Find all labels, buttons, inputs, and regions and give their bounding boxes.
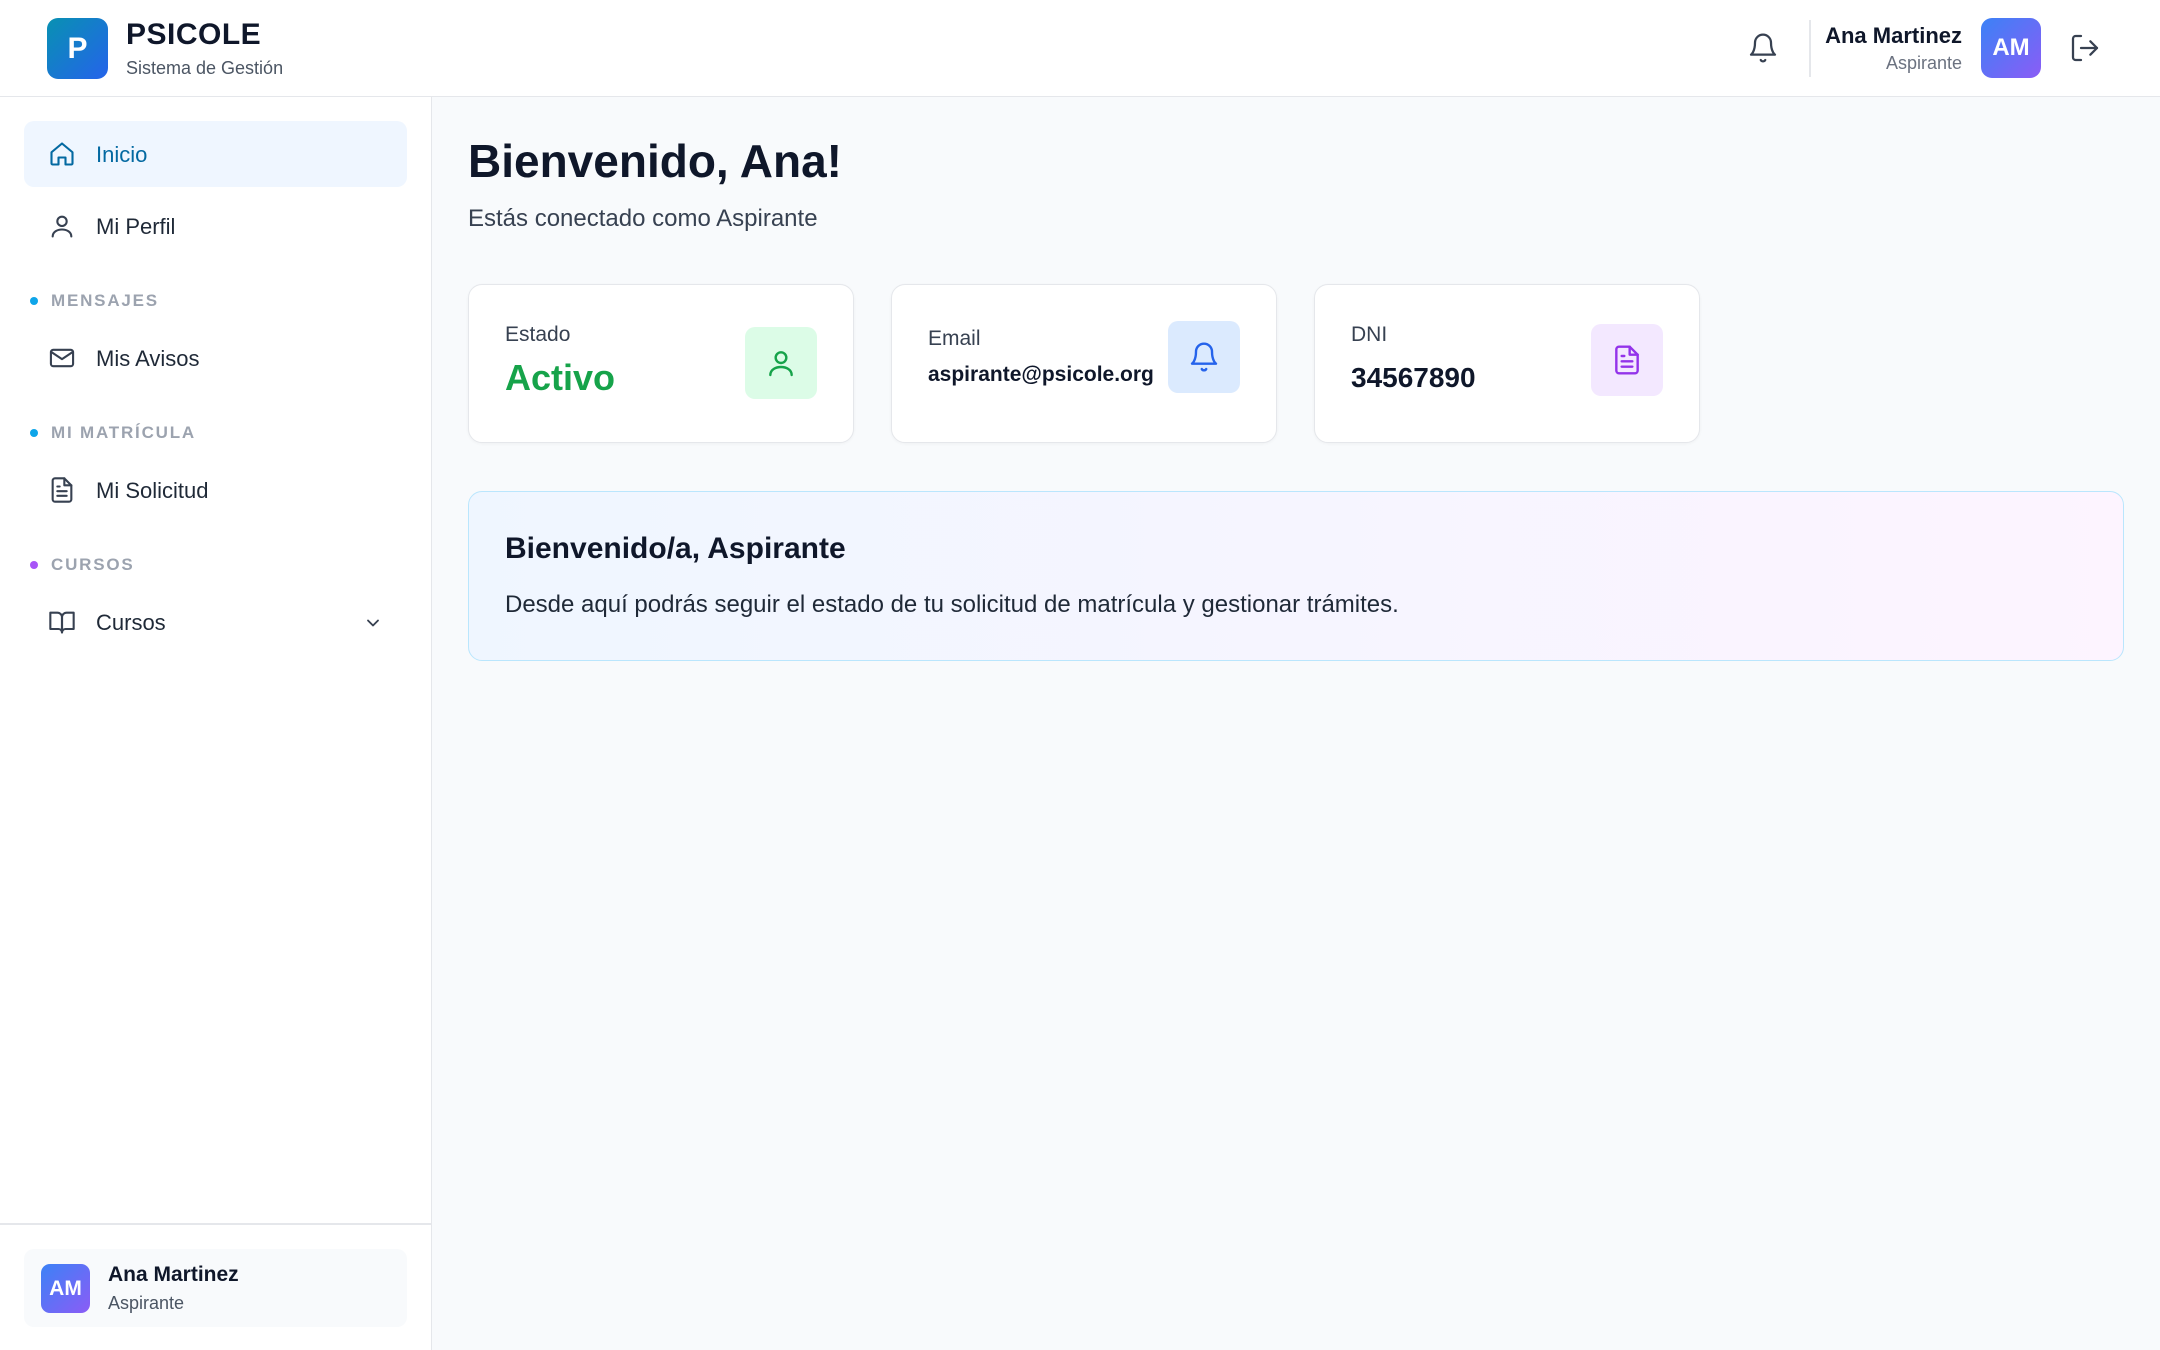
sidebar-footer-divider (0, 1223, 432, 1225)
sidebar-item-cursos[interactable]: Cursos (24, 589, 407, 655)
card-label: DNI (1351, 323, 1388, 346)
header-divider (1809, 20, 1811, 77)
welcome-banner: Bienvenido/a, Aspirante Desde aquí podrá… (468, 491, 2124, 661)
welcome-text: Desde aquí podrás seguir el estado de tu… (505, 591, 1399, 618)
status-value: Activo (505, 357, 616, 398)
welcome-title: Bienvenido/a, Aspirante (505, 532, 846, 565)
page-subtitle: Estás conectado como Aspirante (468, 205, 818, 232)
sidebar-item-inicio[interactable]: Inicio (24, 121, 407, 187)
email-value: aspirante@psicole.org (928, 363, 1154, 386)
section-mensajes: MENSAJES (30, 291, 159, 311)
dni-value: 34567890 (1351, 362, 1476, 393)
header-avatar[interactable]: AM (1981, 18, 2041, 78)
sidebar-item-label: Mi Solicitud (96, 478, 209, 503)
sidebar-item-label: Inicio (96, 142, 148, 167)
card-label: Estado (505, 323, 571, 346)
sidebar: Inicio Mi Perfil MENSAJES Mis Avisos MI … (0, 97, 432, 1350)
user-icon (745, 327, 817, 399)
bell-icon (1168, 321, 1240, 393)
sidebar-user-role: Aspirante (108, 1293, 185, 1313)
section-label: CURSOS (51, 555, 135, 574)
top-header: P PSICOLE Sistema de Gestión Ana Martine… (0, 0, 2160, 97)
logout-icon[interactable] (2069, 32, 2101, 64)
app-subtitle: Sistema de Gestión (126, 58, 284, 78)
book-icon (48, 608, 76, 636)
user-icon (48, 212, 76, 240)
sidebar-item-mis-avisos[interactable]: Mis Avisos (24, 325, 407, 391)
section-label: MENSAJES (51, 291, 159, 310)
sidebar-item-mi-solicitud[interactable]: Mi Solicitud (24, 457, 407, 523)
page-title: Bienvenido, Ana! (468, 135, 842, 187)
section-cursos: CURSOS (30, 555, 135, 575)
document-icon (48, 476, 76, 504)
sidebar-item-mi-perfil[interactable]: Mi Perfil (24, 193, 407, 259)
sidebar-item-label: Mis Avisos (96, 346, 200, 371)
notifications-bell-icon[interactable] (1747, 32, 1779, 64)
home-icon (48, 140, 76, 168)
section-dot (30, 429, 38, 437)
sidebar-item-label: Cursos (96, 610, 166, 635)
app-name: PSICOLE (126, 18, 262, 51)
section-label: MI MATRÍCULA (51, 423, 196, 442)
sidebar-item-label: Mi Perfil (96, 214, 176, 239)
document-icon (1591, 324, 1663, 396)
dni-card: DNI 34567890 (1314, 284, 1700, 443)
email-card: Email aspirante@psicole.org (891, 284, 1277, 443)
card-label: Email (928, 327, 981, 350)
sidebar-user-card[interactable]: AM Ana Martinez Aspirante (24, 1249, 407, 1327)
app-logo[interactable]: P (47, 18, 108, 79)
header-user-name: Ana Martinez (1825, 23, 1962, 48)
section-dot (30, 297, 38, 305)
chevron-down-icon[interactable] (363, 613, 383, 633)
section-dot (30, 561, 38, 569)
avatar: AM (41, 1264, 90, 1313)
mail-icon (48, 344, 76, 372)
sidebar-user-name: Ana Martinez (108, 1263, 239, 1286)
status-card: Estado Activo (468, 284, 854, 443)
header-user-role: Aspirante (1885, 53, 1962, 73)
section-mi-matricula: MI MATRÍCULA (30, 423, 196, 443)
